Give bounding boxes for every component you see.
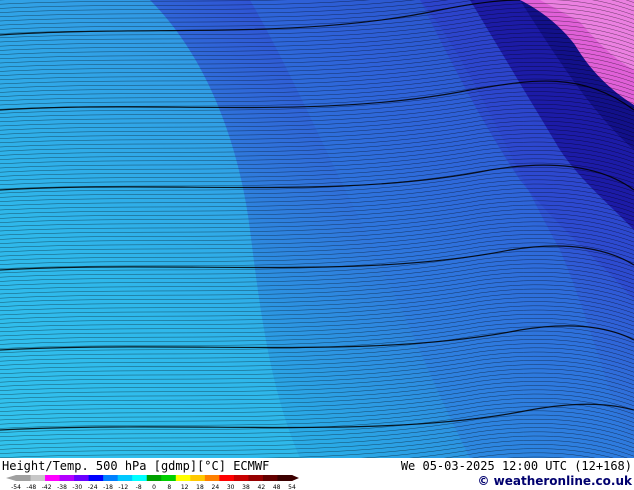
colorbar-tick-label: 38 [242,484,250,490]
colorbar-tick-label: 24 [212,484,220,490]
colorbar-swatch [103,475,119,481]
colorbar-swatch [248,475,264,481]
colorbar-tick-label: 30 [227,484,235,490]
colorbar-swatch [59,475,75,481]
colorbar-tick-label: 0 [152,484,156,490]
map-footer: Height/Temp. 500 hPa [gdmp][°C] ECMWF We… [0,458,634,490]
colorbar-swatch [117,475,133,481]
colorbar-tick-label: 54 [288,484,296,490]
colorbar-tick-label: -54 [11,484,21,490]
colorbar-swatch [88,475,104,481]
colorbar-tick-label: -42 [42,484,52,490]
colorbar-swatch [74,475,90,481]
colorbar-swatch [161,475,177,481]
colorbar-left-arrow [6,475,16,481]
colorbar-tick-label: 12 [181,484,189,490]
map-title: Height/Temp. 500 hPa [gdmp][°C] ECMWF [2,459,270,473]
colorbar-tick-label: -8 [136,484,142,490]
colorbar-swatch [233,475,249,481]
colorbar-swatch [146,475,162,481]
forecast-datetime: We 05-03-2025 12:00 UTC (12+168) [400,459,632,473]
colorbar-tick-label: 48 [273,484,281,490]
colorbar-swatch [262,475,278,481]
colorbar-swatch [219,475,235,481]
colorbar-tick-label: -18 [103,484,113,490]
colorbar-right-arrow [292,475,299,481]
colorbar-swatch [30,475,46,481]
colorbar-tick-label: -30 [72,484,82,490]
colorbar-tick-label: 18 [196,484,204,490]
colorbar-swatch [45,475,61,481]
colorbar-swatch [190,475,206,481]
colorbar-tick-label: 42 [258,484,266,490]
colorbar-swatch [204,475,220,481]
copyright-credit: © weatheronline.co.uk [477,474,632,488]
colorbar-tick-label: -38 [57,484,67,490]
colorbar-tick-label: -12 [118,484,128,490]
colorbar-tick-label: -24 [88,484,98,490]
temperature-colorbar: -54 -48 -42 -38 -30 -24 -18 -12 -8 0 8 12 18 24 30 38 42… [6,475,299,490]
colorbar-swatch [175,475,191,481]
weather-map [0,0,634,458]
colorbar-tick-label: 8 [167,484,171,490]
colorbar-swatch [277,475,293,481]
colorbar-tick-label: -48 [26,484,36,490]
colorbar-swatch [132,475,148,481]
colorbar-swatch [16,475,32,481]
